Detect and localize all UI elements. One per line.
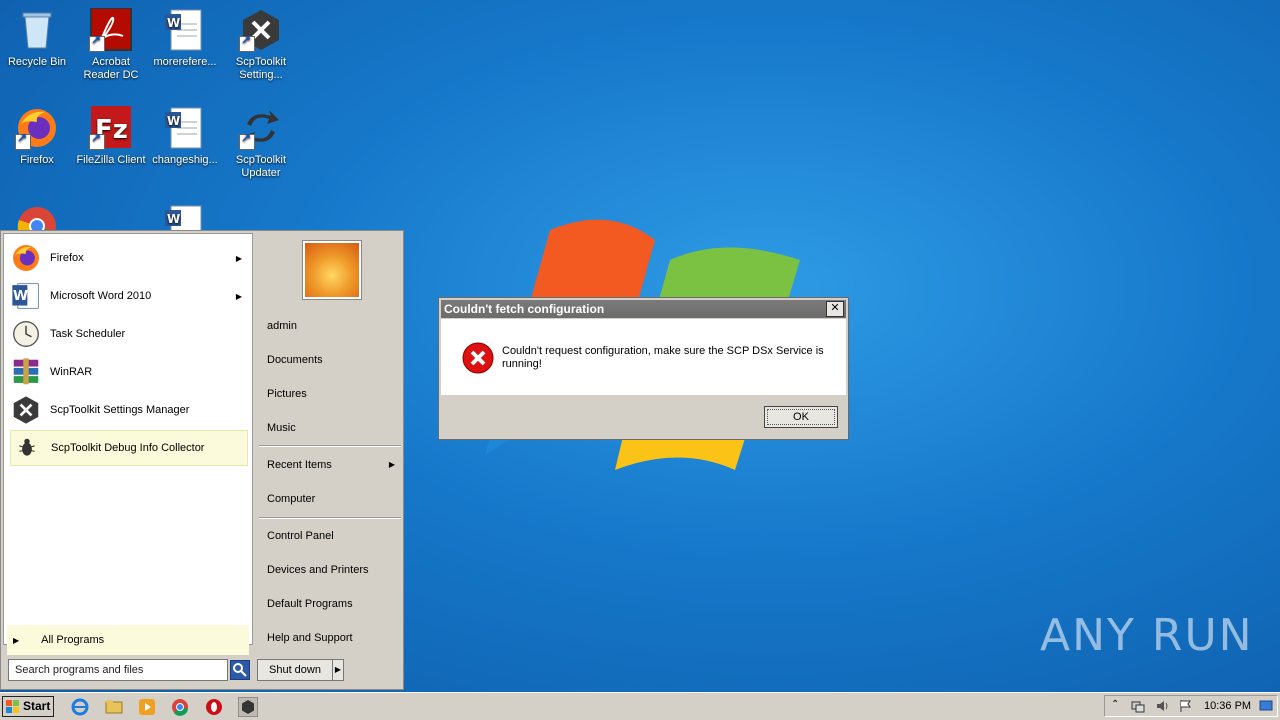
shutdown-options-button[interactable]: ▶ bbox=[332, 659, 344, 681]
show-hidden-icons-icon[interactable]: ⌃ bbox=[1111, 699, 1125, 713]
desktop-icon-scptoolkit-settings[interactable]: ScpToolkit Setting... bbox=[224, 8, 298, 82]
error-dialog: Couldn't fetch configuration ✕ Couldn't … bbox=[438, 297, 849, 440]
taskbar: Start ⌃ 10:36 PM bbox=[0, 692, 1280, 720]
program-label: Firefox bbox=[50, 252, 84, 264]
scptoolkit-taskbar-icon[interactable] bbox=[238, 697, 258, 717]
winrar-icon bbox=[13, 358, 39, 385]
start-menu: Firefox ▶ W Microsoft Word 2010 ▶ Task S… bbox=[0, 230, 404, 690]
action-center-flag-icon[interactable] bbox=[1179, 699, 1193, 713]
separator bbox=[259, 517, 401, 519]
system-tray: ⌃ 10:36 PM bbox=[1104, 695, 1278, 717]
place-default-programs[interactable]: Default Programs bbox=[261, 589, 401, 619]
place-music[interactable]: Music bbox=[261, 413, 401, 443]
firefox-icon bbox=[13, 245, 39, 271]
program-label: ScpToolkit Debug Info Collector bbox=[51, 442, 205, 454]
media-player-icon[interactable] bbox=[137, 697, 157, 717]
search-input[interactable]: Search programs and files bbox=[8, 659, 228, 681]
svg-text:W: W bbox=[167, 114, 180, 128]
submenu-arrow-icon: ▶ bbox=[235, 253, 242, 263]
desktop-icon-acrobat[interactable]: Acrobat Reader DC bbox=[74, 7, 148, 82]
start-menu-programs: Firefox ▶ W Microsoft Word 2010 ▶ Task S… bbox=[3, 233, 253, 645]
start-label: Start bbox=[23, 699, 51, 713]
program-task-scheduler[interactable]: Task Scheduler bbox=[10, 316, 248, 352]
icon-label: morerefere... bbox=[153, 56, 217, 68]
place-devices-printers[interactable]: Devices and Printers bbox=[261, 555, 401, 585]
svg-text:W: W bbox=[13, 288, 28, 304]
program-label: Microsoft Word 2010 bbox=[50, 290, 152, 302]
desktop-icon-recycle-bin[interactable]: Recycle Bin bbox=[0, 8, 74, 69]
windows-flag-icon bbox=[6, 700, 19, 713]
dialog-titlebar[interactable]: Couldn't fetch configuration ✕ bbox=[441, 300, 846, 318]
program-scptoolkit-debug[interactable]: ScpToolkit Debug Info Collector bbox=[10, 430, 248, 466]
shutdown-button[interactable]: Shut down bbox=[257, 659, 333, 681]
search-icon bbox=[233, 663, 247, 677]
svg-text:W: W bbox=[167, 16, 180, 30]
program-scptoolkit-settings[interactable]: ScpToolkit Settings Manager bbox=[10, 392, 248, 428]
network-icon[interactable] bbox=[1131, 699, 1145, 713]
dialog-body: Couldn't request configuration, make sur… bbox=[441, 319, 846, 395]
word-doc-icon: W bbox=[165, 107, 202, 149]
icon-label: ScpToolkit Setting... bbox=[235, 56, 287, 81]
icon-label: Firefox bbox=[20, 154, 54, 166]
desktop-icon-firefox[interactable]: Firefox bbox=[0, 106, 74, 167]
program-word[interactable]: W Microsoft Word 2010 ▶ bbox=[10, 278, 248, 314]
program-winrar[interactable]: WinRAR bbox=[10, 354, 248, 390]
dialog-message: Couldn't request configuration, make sur… bbox=[502, 345, 824, 370]
separator bbox=[259, 445, 401, 447]
desktop-icon-filezilla[interactable]: Fz FileZilla Client bbox=[74, 106, 148, 167]
icon-label: changeshig... bbox=[152, 154, 218, 166]
close-button[interactable]: ✕ bbox=[826, 301, 844, 317]
program-label: Task Scheduler bbox=[50, 328, 126, 340]
ok-button[interactable]: OK bbox=[764, 406, 838, 428]
start-menu-places: admin Documents Pictures Music Recent It… bbox=[257, 231, 403, 651]
word-doc-icon: W bbox=[165, 9, 202, 51]
word-icon: W bbox=[12, 283, 39, 309]
svg-text:W: W bbox=[167, 212, 180, 226]
error-icon bbox=[462, 342, 494, 374]
volume-icon[interactable] bbox=[1155, 699, 1169, 713]
clock-icon bbox=[13, 321, 39, 347]
user-picture[interactable] bbox=[303, 241, 361, 299]
program-label: WinRAR bbox=[50, 366, 93, 378]
scptoolkit-icon bbox=[13, 396, 39, 424]
icon-label: Acrobat Reader DC bbox=[83, 56, 139, 81]
recycle-bin-icon bbox=[22, 12, 52, 49]
place-help-support[interactable]: Help and Support bbox=[261, 623, 401, 653]
all-programs-button[interactable]: ▶ All Programs bbox=[7, 625, 249, 655]
chrome-icon[interactable] bbox=[170, 697, 190, 717]
desktop-icon-changeshig[interactable]: W changeshig... bbox=[148, 106, 222, 167]
submenu-arrow-icon: ▶ bbox=[235, 291, 242, 301]
desktop-icon-morereferences[interactable]: W morerefere... bbox=[148, 8, 222, 69]
submenu-arrow-icon: ▶ bbox=[388, 460, 395, 469]
show-desktop-icon[interactable] bbox=[1259, 699, 1273, 713]
place-control-panel[interactable]: Control Panel bbox=[261, 521, 401, 551]
place-pictures[interactable]: Pictures bbox=[261, 379, 401, 409]
dialog-title: Couldn't fetch configuration bbox=[444, 302, 605, 316]
all-programs-label: All Programs bbox=[41, 634, 105, 646]
program-label: ScpToolkit Settings Manager bbox=[50, 404, 190, 416]
explorer-folder-icon[interactable] bbox=[104, 697, 124, 717]
clock[interactable]: 10:36 PM bbox=[1204, 696, 1251, 716]
opera-icon[interactable] bbox=[204, 697, 224, 717]
place-computer[interactable]: Computer bbox=[261, 484, 401, 514]
desktop-icon-scptoolkit-updater[interactable]: ScpToolkit Updater bbox=[224, 106, 298, 180]
place-documents[interactable]: Documents bbox=[261, 345, 401, 375]
icon-label: FileZilla Client bbox=[76, 154, 146, 166]
search-button[interactable] bbox=[230, 660, 250, 680]
place-admin[interactable]: admin bbox=[261, 311, 401, 341]
start-button[interactable]: Start bbox=[2, 696, 54, 717]
program-firefox[interactable]: Firefox ▶ bbox=[10, 240, 248, 276]
icon-label: ScpToolkit Updater bbox=[235, 154, 287, 179]
anyrun-watermark: ANY RUN bbox=[1040, 610, 1254, 661]
place-label: Recent Items bbox=[267, 459, 332, 471]
internet-explorer-icon[interactable] bbox=[70, 697, 90, 717]
all-programs-arrow-icon: ▶ bbox=[13, 635, 20, 645]
icon-label: Recycle Bin bbox=[7, 56, 67, 68]
bug-icon bbox=[19, 438, 35, 456]
place-recent-items[interactable]: Recent Items ▶ bbox=[261, 450, 401, 480]
